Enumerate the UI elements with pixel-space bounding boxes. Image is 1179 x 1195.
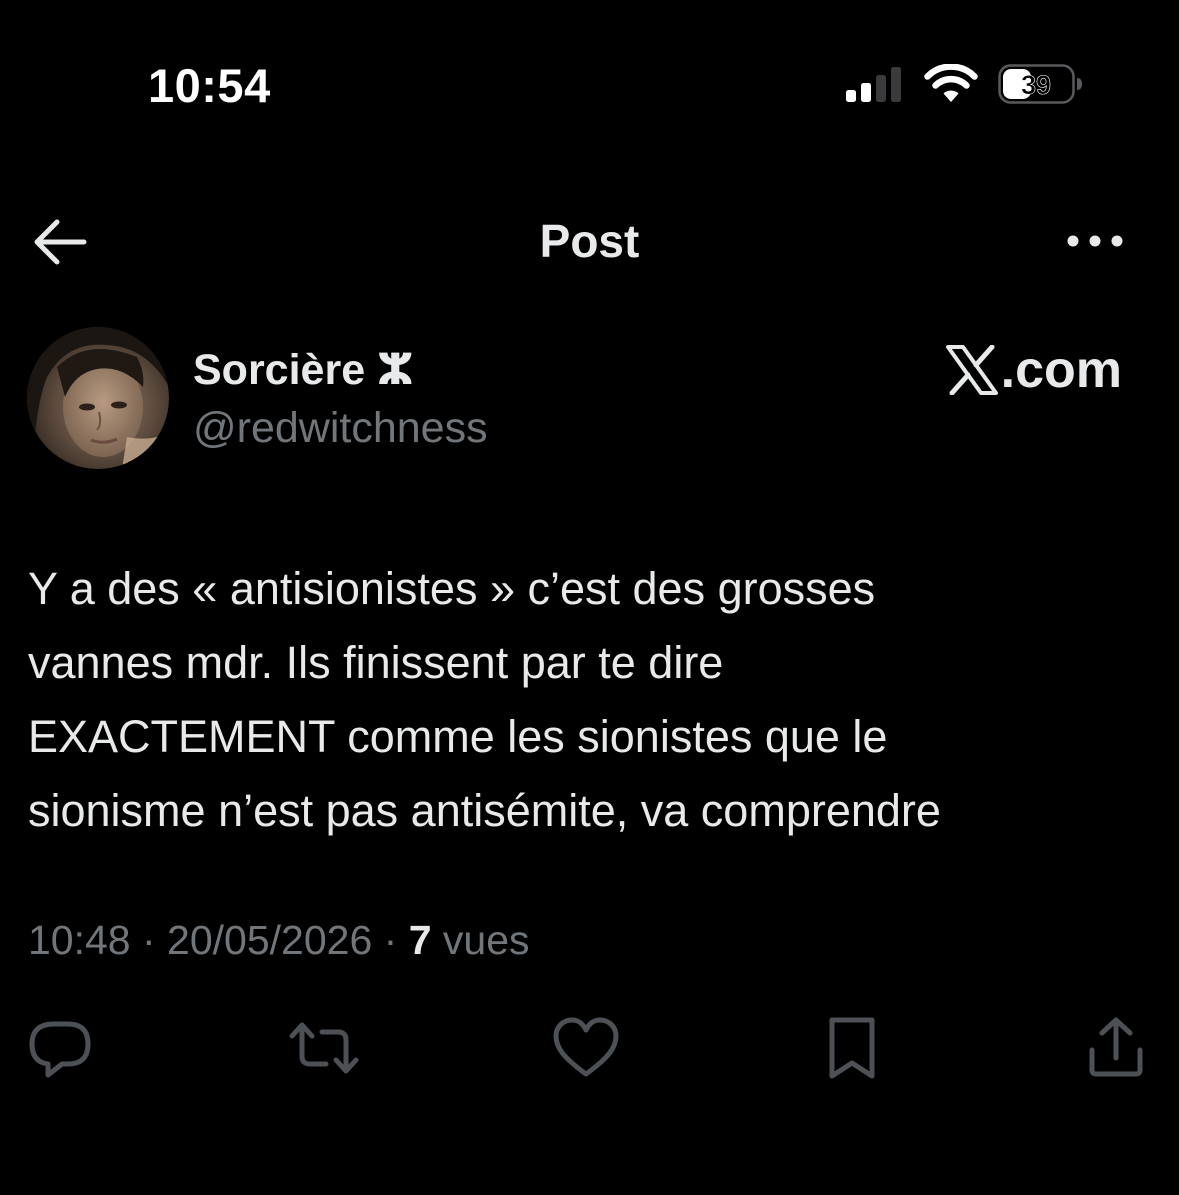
reply-button[interactable] xyxy=(24,1012,96,1084)
page-title: Post xyxy=(539,215,640,267)
bookmark-icon xyxy=(829,1017,875,1079)
post-meta: 10:48 · 20/05/2026 · 7 vues xyxy=(28,917,530,964)
post-text-line: vannes mdr. Ils finissent par te dire xyxy=(28,637,724,688)
views-label[interactable]: vues xyxy=(443,917,530,963)
heart-icon xyxy=(553,1017,619,1077)
battery-icon: 39 xyxy=(998,64,1082,104)
x-logo-icon xyxy=(945,345,998,395)
avatar-photo xyxy=(27,327,169,469)
meta-separator: · xyxy=(130,917,168,963)
post-text-line: EXACTEMENT comme les sionistes que le xyxy=(28,711,888,762)
post-text-line: sionisme n’est pas antisémite, va compre… xyxy=(28,785,941,836)
share-icon xyxy=(1089,1017,1143,1077)
brand-suffix: .com xyxy=(1000,341,1122,399)
share-button[interactable] xyxy=(1080,1012,1152,1084)
post-time: 10:48 xyxy=(28,917,131,963)
more-options-button[interactable] xyxy=(1064,224,1128,258)
repost-icon xyxy=(289,1022,359,1074)
status-time: 10:54 xyxy=(148,59,271,112)
post-text-line: Y a des « antisionistes » c’est des gros… xyxy=(28,563,876,614)
post-screen: 10:54 39 Post Sorcière ⵣ @redwitchness .… xyxy=(0,0,1179,1195)
author-name[interactable]: Sorcière ⵣ xyxy=(193,345,414,395)
battery-level: 39 xyxy=(1021,70,1051,100)
reply-icon xyxy=(29,1021,91,1078)
more-horizontal-icon xyxy=(1067,235,1123,247)
meta-separator: · xyxy=(372,917,409,963)
wifi-icon xyxy=(924,64,978,102)
post-date: 20/05/2026 xyxy=(167,917,373,963)
post-text: Y a des « antisionistes » c’est des gros… xyxy=(28,552,1158,848)
cellular-signal-icon xyxy=(846,67,901,102)
views-count[interactable]: 7 xyxy=(409,917,432,963)
author-handle[interactable]: @redwitchness xyxy=(193,404,488,453)
repost-button[interactable] xyxy=(288,1012,360,1084)
x-com-watermark: .com xyxy=(945,340,1122,400)
bookmark-button[interactable] xyxy=(816,1012,888,1084)
like-button[interactable] xyxy=(550,1012,622,1084)
author-avatar[interactable] xyxy=(27,327,169,469)
